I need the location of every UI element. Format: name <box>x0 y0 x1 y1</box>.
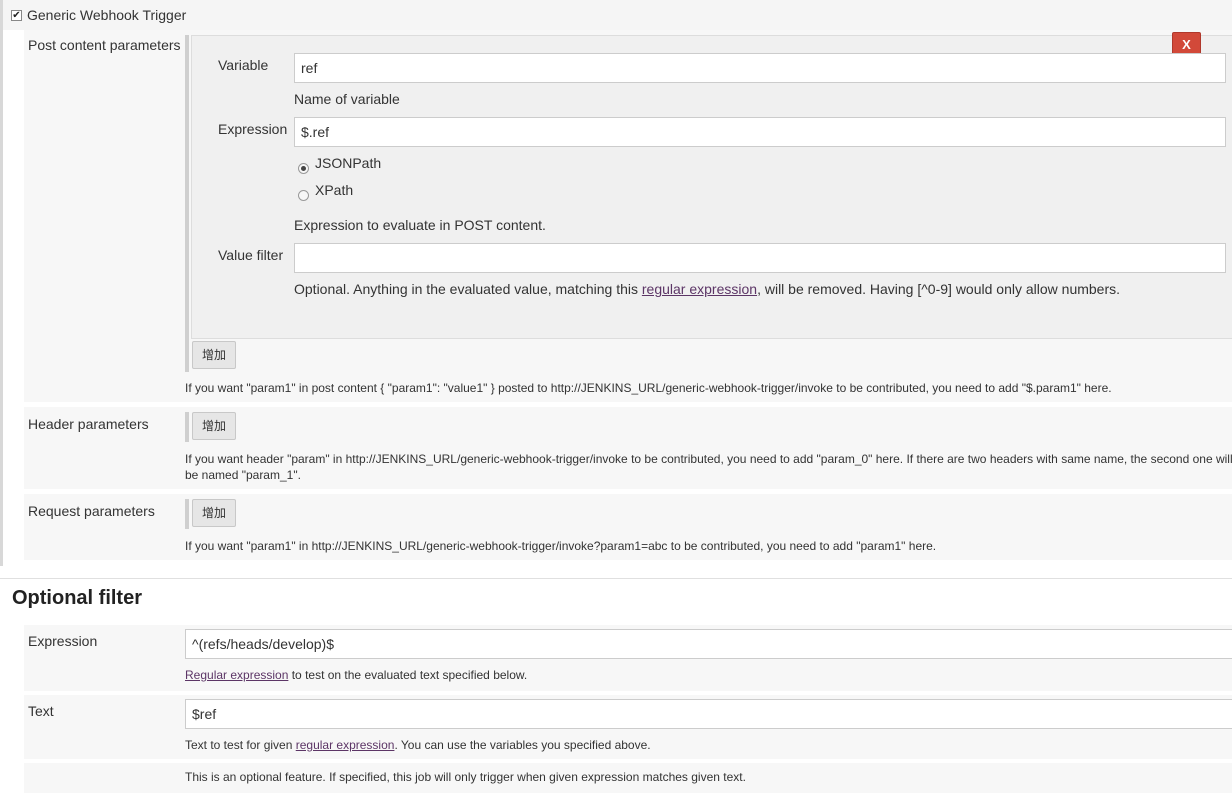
post-content-add-button[interactable]: 增加 <box>192 341 236 369</box>
filter-feature-help: This is an optional feature. If specifie… <box>185 770 746 784</box>
header-params-vbar <box>185 412 189 442</box>
variable-input[interactable]: ref <box>294 53 1226 83</box>
value-filter-help: Optional. Anything in the evaluated valu… <box>294 281 1121 297</box>
header-params-add-button[interactable]: 增加 <box>192 412 236 440</box>
header-params-label: Header parameters <box>28 416 149 432</box>
filter-text-help: Text to test for given regular expressio… <box>185 738 651 752</box>
xpath-radio[interactable] <box>298 190 309 201</box>
post-content-vbar <box>185 35 189 372</box>
jsonpath-label: JSONPath <box>315 155 382 171</box>
optional-filter-divider <box>0 578 1232 579</box>
filter-text-label: Text <box>28 703 54 719</box>
request-params-add-button[interactable]: 增加 <box>192 499 236 527</box>
filter-expression-help: Regular expression to test on the evalua… <box>185 668 528 682</box>
variable-help: Name of variable <box>294 91 400 107</box>
optional-filter-title: Optional filter <box>12 587 142 609</box>
post-content-label: Post content parameters <box>28 37 181 53</box>
expression-input[interactable]: $.ref <box>294 117 1226 147</box>
post-content-help: If you want "param1" in post content { "… <box>185 381 1112 395</box>
header-params-help-line1: If you want header "param" in http://JEN… <box>185 452 1232 466</box>
variable-label: Variable <box>218 57 269 73</box>
filter-expression-input[interactable]: ^(refs/heads/develop)$ <box>185 629 1232 659</box>
request-params-label: Request parameters <box>28 503 155 519</box>
request-params-vbar <box>185 499 189 529</box>
header-params-help-line2: be named "param_1". <box>185 468 301 482</box>
regular-expression-link[interactable]: regular expression <box>296 738 395 752</box>
jsonpath-radio[interactable] <box>298 163 309 174</box>
expression-label: Expression <box>218 121 288 137</box>
trigger-checkbox[interactable]: ✔ <box>11 10 22 21</box>
xpath-label: XPath <box>315 182 354 198</box>
trigger-row <box>3 0 1232 30</box>
value-filter-label: Value filter <box>218 247 284 263</box>
trigger-label: Generic Webhook Trigger <box>27 7 187 23</box>
filter-expression-label: Expression <box>28 633 98 649</box>
filter-text-input[interactable]: $ref <box>185 699 1232 729</box>
expression-help: Expression to evaluate in POST content. <box>294 217 546 233</box>
regular-expression-link[interactable]: regular expression <box>642 281 757 297</box>
section-left-border <box>0 0 3 566</box>
value-filter-input[interactable] <box>294 243 1226 273</box>
regular-expression-link[interactable]: Regular expression <box>185 668 288 682</box>
request-params-help: If you want "param1" in http://JENKINS_U… <box>185 539 937 553</box>
